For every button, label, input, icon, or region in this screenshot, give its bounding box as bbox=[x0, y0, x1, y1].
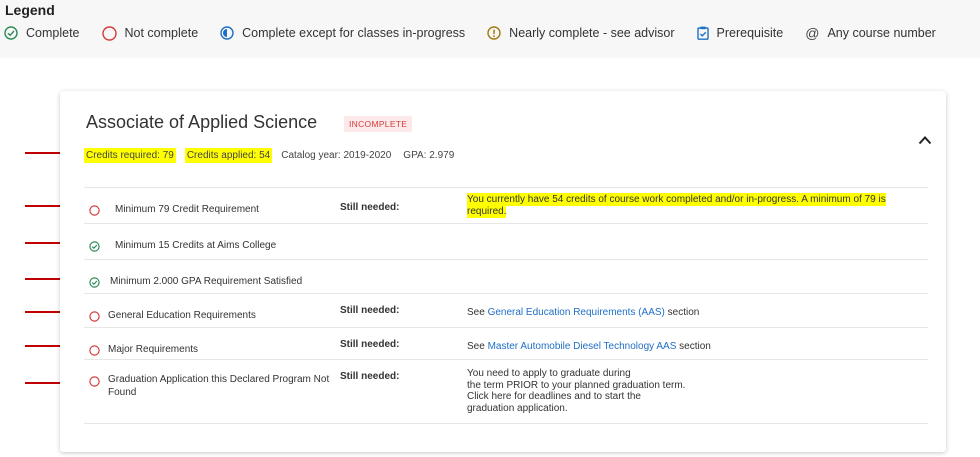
general-education-link[interactable]: General Education Requirements (AAS) bbox=[488, 307, 665, 318]
degree-title: Associate of Applied Science bbox=[86, 112, 318, 132]
requirement-row: Minimum 79 Credit Requirement Still need… bbox=[84, 187, 928, 224]
legend-item-complete: Complete bbox=[4, 26, 80, 40]
detail-suffix: section bbox=[676, 341, 711, 352]
legend-bar: Legend Complete Not complete Complete ex… bbox=[0, 0, 980, 58]
empty-circle-icon bbox=[89, 311, 100, 322]
requirement-detail: See Master Automobile Diesel Technology … bbox=[467, 341, 927, 353]
still-needed-label: Still needed: bbox=[340, 371, 400, 382]
gpa: GPA: 2.979 bbox=[403, 150, 455, 161]
legend-item-prerequisite: Prerequisite bbox=[696, 26, 784, 40]
requirement-detail: You currently have 54 credits of course … bbox=[467, 193, 922, 218]
requirement-label: Minimum 15 Credits at Aims College bbox=[115, 240, 277, 251]
detail-line: Click here for deadlines and to start th… bbox=[467, 391, 641, 402]
detail-line: You need to apply to graduate during bbox=[467, 368, 631, 379]
check-circle-icon bbox=[89, 241, 100, 252]
legend-item-nearly-complete: Nearly complete - see advisor bbox=[487, 26, 675, 40]
degree-meta: Credits required: 79 Credits applied: 54… bbox=[84, 148, 466, 163]
credits-required: Credits required: 79 bbox=[84, 148, 176, 163]
chevron-up-icon[interactable] bbox=[918, 135, 932, 145]
requirement-row: Minimum 2.000 GPA Requirement Satisfied bbox=[84, 259, 928, 294]
check-circle-icon bbox=[89, 277, 100, 288]
detail-line: graduation application. bbox=[467, 402, 568, 414]
requirement-row: Minimum 15 Credits at Aims College bbox=[84, 223, 928, 260]
requirement-row: Major Requirements Still needed: See Mas… bbox=[84, 327, 928, 360]
check-circle-icon bbox=[4, 26, 18, 40]
requirement-label: Graduation Application this Declared Pro… bbox=[108, 374, 330, 398]
legend-label: Complete bbox=[26, 26, 80, 40]
detail-line: the term PRIOR to your planned graduatio… bbox=[467, 379, 686, 391]
legend-label: Not complete bbox=[124, 26, 199, 40]
legend-item-not-complete: Not complete bbox=[101, 25, 199, 41]
legend-label: Nearly complete - see advisor bbox=[509, 26, 675, 40]
empty-circle-icon bbox=[89, 376, 100, 387]
exclamation-circle-icon bbox=[487, 26, 501, 40]
detail-prefix: See bbox=[467, 341, 488, 352]
detail-suffix: section bbox=[664, 307, 700, 318]
legend-item-any-course: @ Any course number bbox=[805, 25, 936, 41]
half-circle-icon bbox=[220, 26, 234, 40]
legend-title: Legend bbox=[5, 2, 55, 18]
legend-label: Complete except for classes in-progress bbox=[242, 26, 466, 40]
requirement-detail-text: You currently have 54 credits of course … bbox=[467, 193, 886, 218]
at-sign-icon: @ bbox=[805, 25, 820, 41]
requirement-detail: See General Education Requirements (AAS)… bbox=[467, 307, 927, 319]
requirement-label: Minimum 2.000 GPA Requirement Satisfied bbox=[110, 276, 303, 287]
requirement-label: Major Requirements bbox=[108, 344, 199, 355]
status-badge: INCOMPLETE bbox=[344, 116, 413, 132]
degree-card: Associate of Applied Science INCOMPLETE … bbox=[60, 91, 946, 452]
legend-item-in-progress: Complete except for classes in-progress bbox=[220, 26, 465, 40]
catalog-year: Catalog year: 2019-2020 bbox=[281, 150, 392, 161]
still-needed-label: Still needed: bbox=[340, 305, 400, 316]
requirement-label: General Education Requirements bbox=[108, 310, 256, 321]
graduation-application-detail[interactable]: You need to apply to graduate during the… bbox=[467, 368, 927, 414]
empty-circle-icon bbox=[89, 205, 100, 216]
still-needed-label: Still needed: bbox=[340, 202, 400, 213]
detail-prefix: See bbox=[467, 307, 488, 318]
requirement-row: General Education Requirements Still nee… bbox=[84, 293, 928, 328]
requirement-row: Graduation Application this Declared Pro… bbox=[84, 359, 928, 424]
requirement-label: Minimum 79 Credit Requirement bbox=[115, 204, 259, 215]
legend-items: Complete Not complete Complete except fo… bbox=[4, 25, 936, 41]
empty-circle-icon bbox=[89, 345, 100, 356]
empty-circle-icon bbox=[101, 25, 117, 41]
legend-label: Prerequisite bbox=[716, 26, 784, 40]
legend-label: Any course number bbox=[827, 26, 936, 40]
clipboard-check-icon bbox=[696, 26, 709, 40]
still-needed-label: Still needed: bbox=[340, 339, 400, 350]
credits-applied: Credits applied: 54 bbox=[184, 148, 273, 163]
major-program-link[interactable]: Master Automobile Diesel Technology AAS bbox=[488, 341, 677, 352]
